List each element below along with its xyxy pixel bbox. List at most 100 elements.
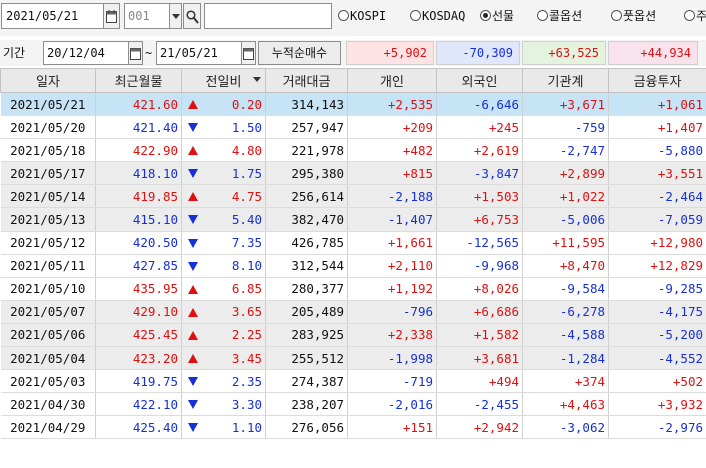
sum-foreign: -70,309 xyxy=(436,41,520,65)
change-value: 1.75 xyxy=(231,165,262,181)
cell-institution: +1,022 xyxy=(522,184,609,209)
chevron-down-icon[interactable] xyxy=(253,77,261,82)
radio-kospi[interactable]: KOSPI xyxy=(338,6,386,26)
table-row[interactable]: 2021/05/17 418.10 1.75 295,380 +815 -3,847 +2,… xyxy=(0,161,706,186)
cell-institution: -759 xyxy=(522,115,609,140)
cell-institution: -4,588 xyxy=(522,323,609,348)
radio-stock[interactable]: 주 xyxy=(684,6,706,26)
up-triangle-icon xyxy=(188,284,198,294)
radio-label: 선물 xyxy=(492,9,515,23)
cell-individual: +815 xyxy=(347,161,437,186)
radio-put-option[interactable]: 풋옵션 xyxy=(611,6,656,26)
table-row[interactable]: 2021/05/10 435.95 6.85 280,377 +1,192 +8,026-… xyxy=(0,277,706,301)
code-input[interactable]: 001 xyxy=(124,3,170,29)
calendar-button[interactable] xyxy=(103,3,120,29)
table-row[interactable]: 2021/05/07 429.10 3.65 205,489 -796 +6,686 -6,… xyxy=(0,300,706,324)
radio-futures[interactable]: 선물 xyxy=(480,6,514,26)
cell-foreign: +3,681 xyxy=(436,346,523,371)
cell-finance: -9,285 xyxy=(608,277,706,301)
change-value: 7.35 xyxy=(231,235,262,251)
cell-date: 2021/05/18 xyxy=(0,138,96,163)
search-button[interactable] xyxy=(183,3,201,29)
table-row[interactable]: 2021/05/03 419.75 2.35 274,387 -719 +494 +374 +… xyxy=(0,369,706,394)
table-row[interactable]: 2021/05/12 420.50 7.35 426,785 +1,661 -12,565… xyxy=(0,231,706,255)
cumulative-net-buy-button[interactable]: 누적순매수 xyxy=(258,41,341,65)
cell-amount: 314,143 xyxy=(265,92,348,117)
cell-change: 3.45 xyxy=(181,346,266,371)
cell-date: 2021/05/20 xyxy=(0,115,96,140)
change-value: 6.85 xyxy=(231,281,262,297)
cell-amount: 256,614 xyxy=(265,184,348,209)
cell-amount: 274,387 xyxy=(265,369,348,394)
cell-finance: -4,552 xyxy=(608,346,706,371)
cell-foreign: +2,619 xyxy=(436,138,523,163)
table-row[interactable]: 2021/05/06 425.45 2.25 283,925 +2,338 +1,582-… xyxy=(0,323,706,348)
cell-price: 419.75 xyxy=(95,369,182,394)
table-row[interactable]: 2021/04/30 422.10 3.30 238,207 -2,016 -2,455 +… xyxy=(0,392,706,417)
table-row[interactable]: 2021/05/04 423.20 3.45 255,512 -1,998 +3,681-… xyxy=(0,346,706,371)
cell-amount: 238,207 xyxy=(265,392,348,417)
radio-label: 풋옵션 xyxy=(623,9,657,23)
table-row[interactable]: 2021/05/20 421.40 1.50 257,947 +209 +245 -759 +… xyxy=(0,115,706,140)
cell-individual: -796 xyxy=(347,300,437,324)
cell-change: 6.85 xyxy=(181,277,266,301)
cell-individual: -1,998 xyxy=(347,346,437,371)
table-row[interactable]: 2021/05/18 422.90 4.80 221,978 +482 +2,619 -2,… xyxy=(0,138,706,163)
cell-institution: -1,284 xyxy=(522,346,609,371)
radio-dot xyxy=(410,10,421,21)
header-change[interactable]: 전일비 xyxy=(181,68,266,93)
cell-amount: 295,380 xyxy=(265,161,348,186)
table-row[interactable]: 2021/04/29 425.40 1.10 276,056 +151 +2,942 -3,… xyxy=(0,415,706,440)
header-amount[interactable]: 거래대금 xyxy=(265,68,348,93)
header-finance[interactable]: 금융투자 xyxy=(608,68,706,93)
cell-individual: -2,016 xyxy=(347,392,437,417)
header-institution[interactable]: 기관계 xyxy=(522,68,609,93)
table-row[interactable]: 2021/05/14 419.85 4.75 256,614 -2,188 +1,503 +… xyxy=(0,184,706,209)
cell-amount: 276,056 xyxy=(265,415,348,440)
date-field[interactable]: 2021/05/21 xyxy=(1,3,104,29)
cell-price: 427.85 xyxy=(95,254,182,278)
cell-foreign: +494 xyxy=(436,369,523,394)
change-value: 2.25 xyxy=(231,327,262,343)
cell-price: 421.40 xyxy=(95,115,182,140)
change-value: 3.45 xyxy=(231,350,262,366)
to-date-field[interactable]: 21/05/21 xyxy=(156,41,242,65)
cell-price: 415.10 xyxy=(95,207,182,232)
header-individual[interactable]: 개인 xyxy=(347,68,437,93)
name-display xyxy=(204,3,332,29)
cell-date: 2021/05/14 xyxy=(0,184,96,209)
cell-foreign: +6,686 xyxy=(436,300,523,324)
cell-date: 2021/05/10 xyxy=(0,277,96,301)
radio-kosdaq[interactable]: KOSDAQ xyxy=(410,6,465,26)
radio-dot xyxy=(611,10,622,21)
radio-call-option[interactable]: 콜옵션 xyxy=(537,6,582,26)
table-row[interactable]: 2021/05/11 427.85 8.10 312,544 +2,110 -9,968 +… xyxy=(0,254,706,278)
cell-amount: 382,470 xyxy=(265,207,348,232)
cell-foreign: +245 xyxy=(436,115,523,140)
cell-individual: +1,192 xyxy=(347,277,437,301)
up-triangle-icon xyxy=(188,330,198,340)
table-row[interactable]: 2021/05/13 415.10 5.40 382,470 -1,407 +6,753-… xyxy=(0,207,706,232)
radio-label: KOSDAQ xyxy=(422,9,466,23)
cell-finance: -5,880 xyxy=(608,138,706,163)
table-row[interactable]: 2021/05/21 421.60 0.20 314,143 +2,535 -6,646 +… xyxy=(0,92,706,117)
period-label: 기간 xyxy=(3,46,26,60)
to-calendar-button[interactable] xyxy=(241,41,256,65)
cell-institution: -3,062 xyxy=(522,415,609,440)
cell-foreign: -9,968 xyxy=(436,254,523,278)
header-foreign[interactable]: 외국인 xyxy=(436,68,523,93)
radio-label: 콜옵션 xyxy=(549,9,583,23)
from-calendar-button[interactable] xyxy=(128,41,143,65)
cell-price: 421.60 xyxy=(95,92,182,117)
cell-date: 2021/05/17 xyxy=(0,161,96,186)
down-triangle-icon xyxy=(188,377,198,387)
change-value: 4.75 xyxy=(231,188,262,204)
code-dropdown-button[interactable] xyxy=(169,3,182,29)
header-price[interactable]: 최근월물 xyxy=(95,68,182,93)
down-triangle-icon xyxy=(188,169,198,179)
cell-finance: +1,407 xyxy=(608,115,706,140)
from-date-field[interactable]: 20/12/04 xyxy=(43,41,129,65)
header-date[interactable]: 일자 xyxy=(0,68,96,93)
down-triangle-icon xyxy=(188,261,198,271)
radio-dot xyxy=(338,10,349,21)
